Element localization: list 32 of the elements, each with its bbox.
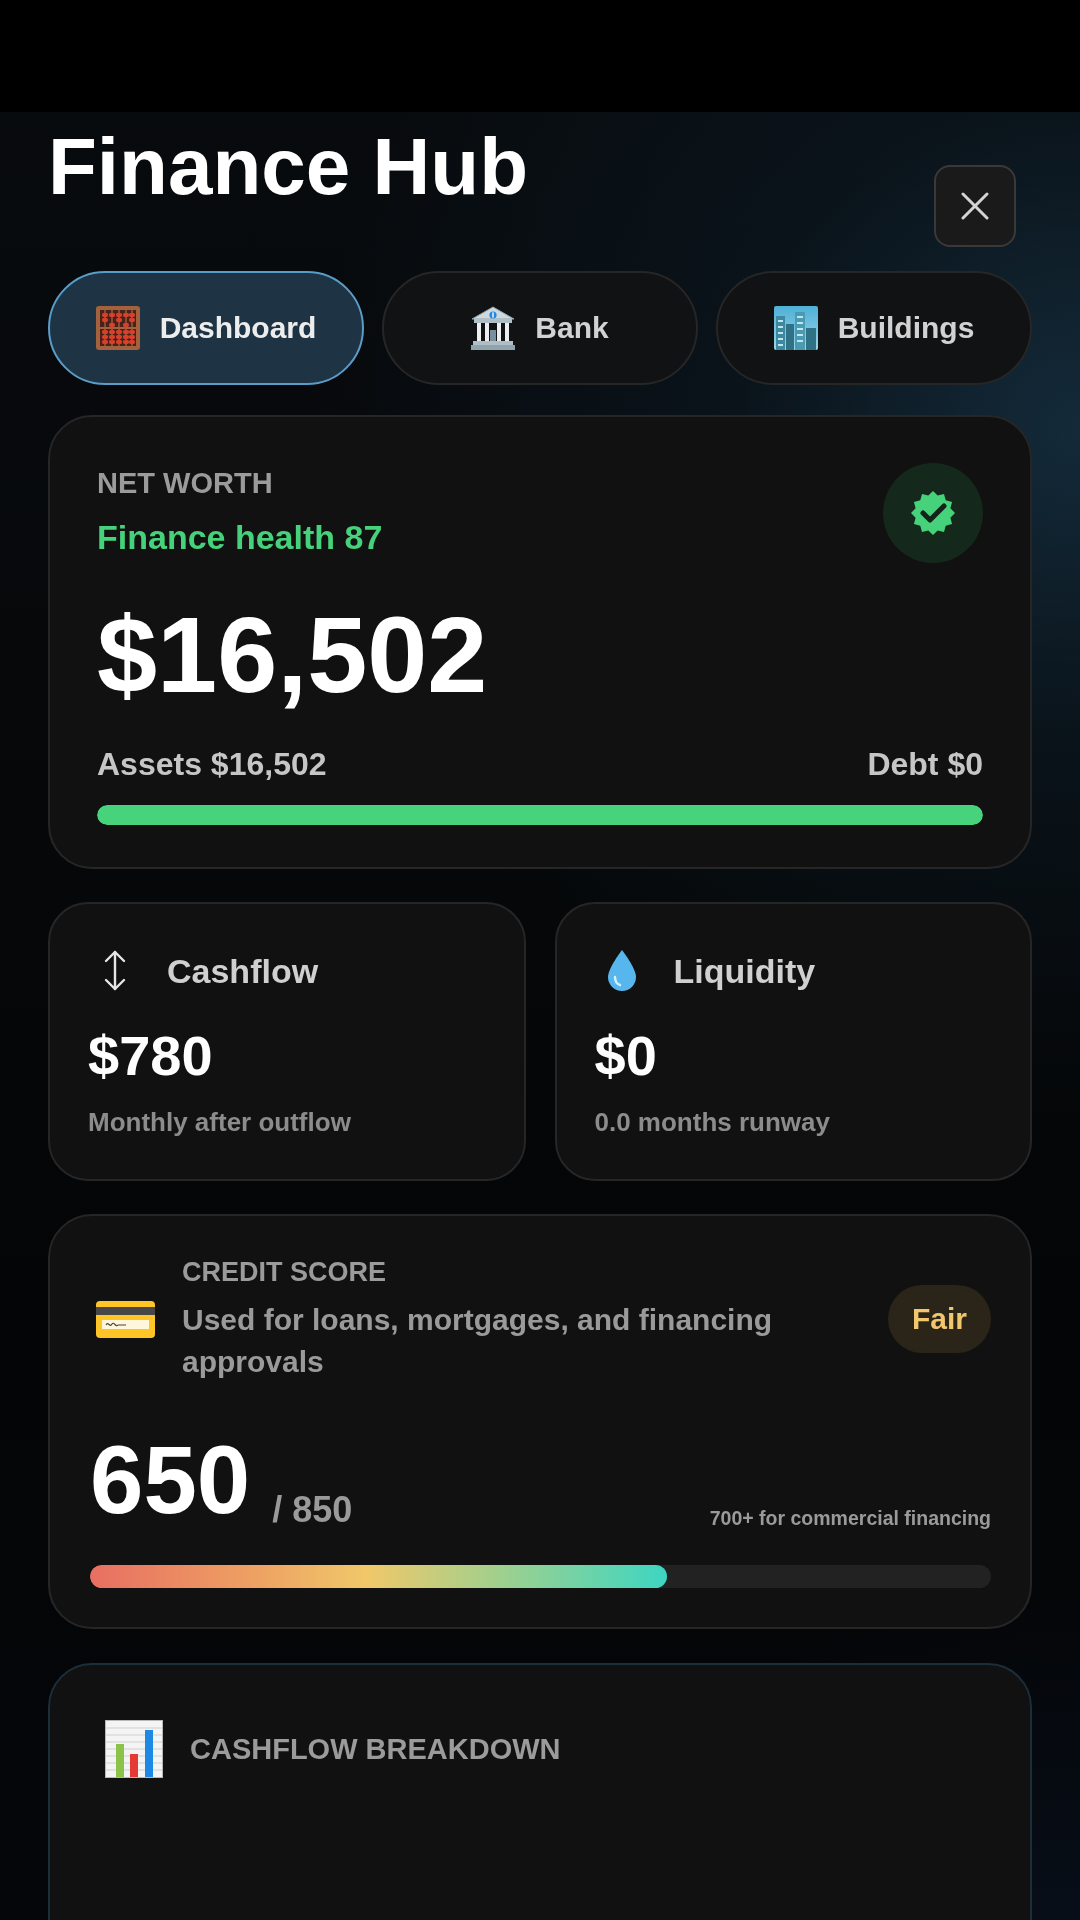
financing-note: 700+ for commercial financing	[709, 1506, 991, 1530]
stat-caption: 0.0 months runway	[594, 1106, 831, 1138]
rating-badge: Fair	[887, 1285, 991, 1353]
credit-description: Used for loans, mortgages, and financing approvals	[182, 1302, 774, 1380]
verified-badge-icon	[883, 463, 983, 563]
stat-title: Liquidity	[673, 950, 816, 991]
page-title: Finance Hub	[48, 121, 529, 213]
city-skyline-icon	[773, 306, 818, 350]
credit-score-max: / 850	[272, 1490, 353, 1530]
health-score: Finance health 87	[97, 517, 383, 557]
debt-amount: Debt $0	[867, 745, 983, 783]
credit-score-value: 650	[90, 1430, 251, 1530]
close-button[interactable]	[934, 165, 1016, 247]
close-icon	[961, 192, 989, 220]
up-down-arrow-icon	[102, 950, 128, 991]
stat-title: Cashflow	[167, 950, 319, 991]
stat-value: $780	[88, 1025, 214, 1087]
tab[interactable]: Dashboard	[48, 271, 364, 385]
net-worth-value: $16,502	[97, 595, 489, 715]
stat-caption: Monthly after outflow	[88, 1106, 352, 1138]
section-title: CASHFLOW BREAKDOWN	[190, 1732, 561, 1767]
tab[interactable]: Bank	[382, 271, 698, 385]
bank-building-icon	[471, 306, 516, 350]
assets-amount: Assets $16,502	[97, 745, 327, 783]
stat-value: $0	[594, 1025, 658, 1087]
section-label: CREDIT SCORE	[182, 1256, 388, 1289]
abacus-icon	[95, 306, 140, 350]
water-drop-icon	[606, 950, 637, 991]
tab[interactable]: Buildings	[716, 271, 1032, 385]
bar-chart-icon	[105, 1720, 163, 1778]
credit-card-icon	[96, 1300, 155, 1338]
section-label: NET WORTH	[97, 466, 274, 501]
